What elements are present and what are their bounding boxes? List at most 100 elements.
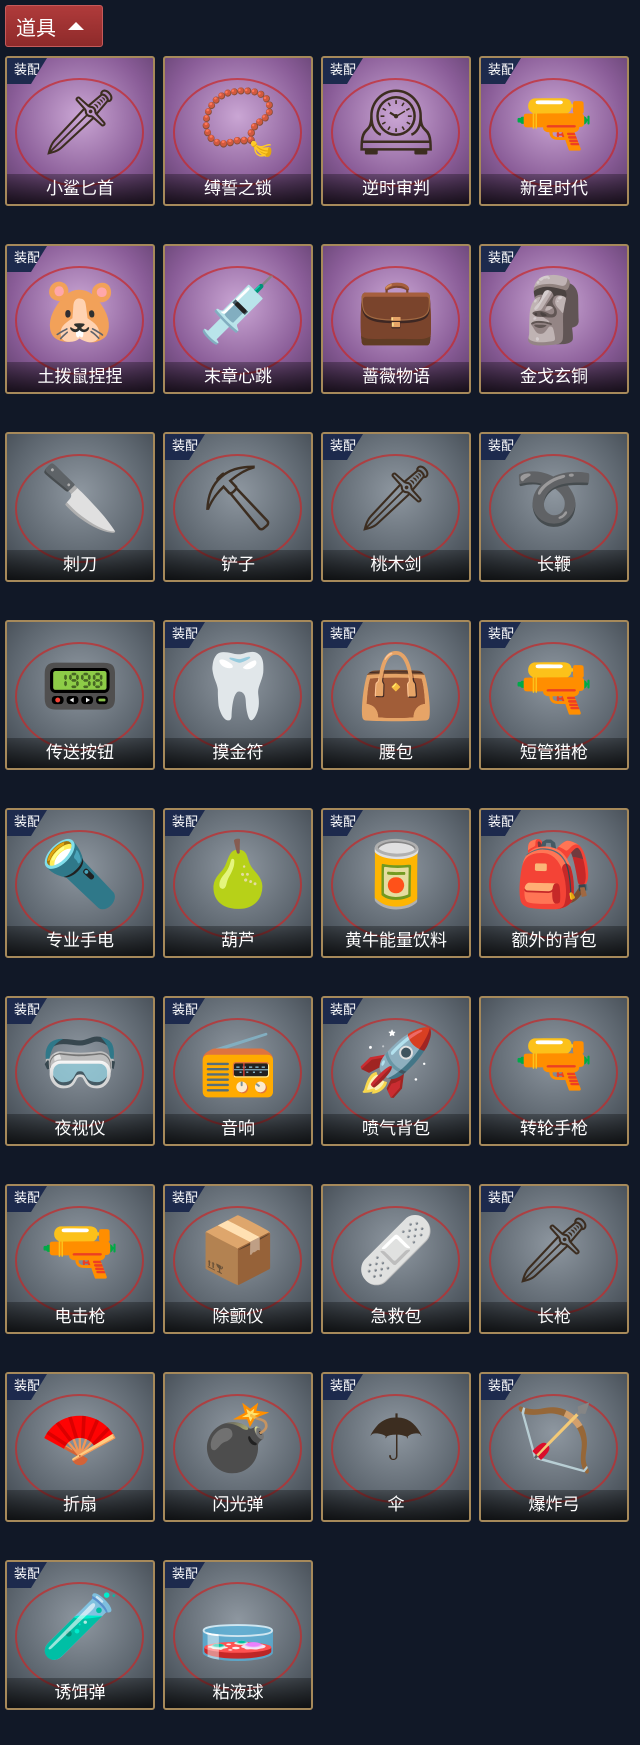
item-label: 黄牛能量饮料 (323, 926, 469, 956)
item-card[interactable]: 🚀 装配 喷气背包 (321, 996, 471, 1146)
item-icon: 🐹 (40, 274, 120, 348)
item-card[interactable]: 🔫 装配 短管猎枪 (479, 620, 629, 770)
item-card[interactable]: 🕰 装配 逆时审判 (321, 56, 471, 206)
item-icon: 📟 (40, 650, 120, 724)
item-label: 长枪 (481, 1302, 627, 1332)
item-card[interactable]: ⛏ 装配 铲子 (163, 432, 313, 582)
item-label: 铲子 (165, 550, 311, 580)
item-card[interactable]: 🍐 装配 葫芦 (163, 808, 313, 958)
item-card[interactable]: 📿 缚誓之锁 (163, 56, 313, 206)
item-icon: 🔦 (40, 838, 120, 912)
item-card[interactable]: 🪭 装配 折扇 (5, 1372, 155, 1522)
item-icon: 📿 (198, 86, 278, 160)
item-label: 短管猎枪 (481, 738, 627, 768)
item-card[interactable]: 🧫 装配 粘液球 (163, 1560, 313, 1710)
item-label: 新星时代 (481, 174, 627, 204)
item-label: 长鞭 (481, 550, 627, 580)
item-label: 音响 (165, 1114, 311, 1144)
item-card[interactable]: 📻 装配 音响 (163, 996, 313, 1146)
item-label: 摸金符 (165, 738, 311, 768)
item-card[interactable]: 🗡 装配 小鲨匕首 (5, 56, 155, 206)
item-icon: 🧪 (40, 1590, 120, 1664)
item-label: 土拨鼠捏捏 (7, 362, 153, 392)
item-label: 爆炸弓 (481, 1490, 627, 1520)
item-card[interactable]: 🗡 装配 长枪 (479, 1184, 629, 1334)
item-icon: ➰ (514, 462, 594, 536)
props-header-button[interactable]: 道具 (5, 5, 103, 47)
item-icon: 🦷 (198, 650, 278, 724)
item-icon: 📻 (198, 1026, 278, 1100)
item-label: 小鲨匕首 (7, 174, 153, 204)
item-icon: ☂ (367, 1402, 425, 1476)
item-card[interactable]: 📟 传送按钮 (5, 620, 155, 770)
item-card[interactable]: 🐹 装配 土拨鼠捏捏 (5, 244, 155, 394)
item-label: 桃木剑 (323, 550, 469, 580)
item-card[interactable]: 💼 蔷薇物语 (321, 244, 471, 394)
item-icon: 💼 (356, 274, 436, 348)
item-label: 喷气背包 (323, 1114, 469, 1144)
item-card[interactable]: ➰ 装配 长鞭 (479, 432, 629, 582)
item-card[interactable]: 🥫 装配 黄牛能量饮料 (321, 808, 471, 958)
item-label: 腰包 (323, 738, 469, 768)
item-card[interactable]: 🔦 装配 专业手电 (5, 808, 155, 958)
header-label: 道具 (16, 15, 56, 40)
item-card[interactable]: 👜 装配 腰包 (321, 620, 471, 770)
item-icon: 🍐 (198, 838, 278, 912)
item-label: 逆时审判 (323, 174, 469, 204)
item-icon: 📦 (198, 1214, 278, 1288)
item-icon: 🧫 (198, 1590, 278, 1664)
item-card[interactable]: 🥽 装配 夜视仪 (5, 996, 155, 1146)
item-label: 缚誓之锁 (165, 174, 311, 204)
item-icon: 🕰 (355, 86, 437, 160)
item-icon: 🏹 (514, 1402, 594, 1476)
item-card[interactable]: 💣 闪光弹 (163, 1372, 313, 1522)
item-card[interactable]: 🦷 装配 摸金符 (163, 620, 313, 770)
item-label: 诱饵弹 (7, 1678, 153, 1708)
item-card[interactable]: 🔪 刺刀 (5, 432, 155, 582)
item-label: 葫芦 (165, 926, 311, 956)
item-card[interactable]: 🔫 转轮手枪 (479, 996, 629, 1146)
item-label: 金戈玄铜 (481, 362, 627, 392)
item-label: 蔷薇物语 (323, 362, 469, 392)
item-card[interactable]: 🔫 装配 电击枪 (5, 1184, 155, 1334)
item-label: 电击枪 (7, 1302, 153, 1332)
item-icon: 🪭 (40, 1402, 120, 1476)
item-label: 伞 (323, 1490, 469, 1520)
item-card[interactable]: 🎒 装配 额外的背包 (479, 808, 629, 958)
item-card[interactable]: 💉 末章心跳 (163, 244, 313, 394)
item-label: 闪光弹 (165, 1490, 311, 1520)
item-icon: ⛏ (197, 462, 279, 536)
item-icon: 🔫 (40, 1214, 120, 1288)
item-label: 夜视仪 (7, 1114, 153, 1144)
item-icon: 🗡 (355, 462, 437, 536)
item-label: 急救包 (323, 1302, 469, 1332)
item-card[interactable]: 🏹 装配 爆炸弓 (479, 1372, 629, 1522)
item-label: 粘液球 (165, 1678, 311, 1708)
item-card[interactable]: ☂ 装配伞 (321, 1372, 471, 1522)
item-card[interactable]: 🗡 装配 桃木剑 (321, 432, 471, 582)
item-card[interactable]: 🔫 装配 新星时代 (479, 56, 629, 206)
item-label: 专业手电 (7, 926, 153, 956)
item-icon: 🥫 (356, 838, 436, 912)
item-label: 额外的背包 (481, 926, 627, 956)
item-icon: 💉 (198, 274, 278, 348)
item-icon: 💣 (198, 1402, 278, 1476)
item-card[interactable]: 🗿 装配 金戈玄铜 (479, 244, 629, 394)
item-label: 刺刀 (7, 550, 153, 580)
item-card[interactable]: 🧪 装配 诱饵弹 (5, 1560, 155, 1710)
item-icon: 🗿 (514, 274, 594, 348)
item-grid: 🗡 装配 小鲨匕首 📿 缚誓之锁 🕰 装配 逆时审判 🔫 装配 新星时代 🐹 装配 土拨鼠捏捏 💉 末章心跳 💼… (5, 56, 629, 1710)
item-icon: 🎒 (514, 838, 594, 912)
item-icon: 🚀 (356, 1026, 436, 1100)
caret-up-icon (68, 22, 84, 30)
item-icon: 🩹 (356, 1214, 436, 1288)
item-icon: 🔪 (40, 462, 120, 536)
item-icon: 🔫 (514, 86, 594, 160)
item-card[interactable]: 📦 装配 除颤仪 (163, 1184, 313, 1334)
item-label: 传送按钮 (7, 738, 153, 768)
item-card[interactable]: 🩹 急救包 (321, 1184, 471, 1334)
item-icon: 🗡 (39, 86, 121, 160)
item-icon: 🥽 (40, 1026, 120, 1100)
item-label: 末章心跳 (165, 362, 311, 392)
item-label: 转轮手枪 (481, 1114, 627, 1144)
